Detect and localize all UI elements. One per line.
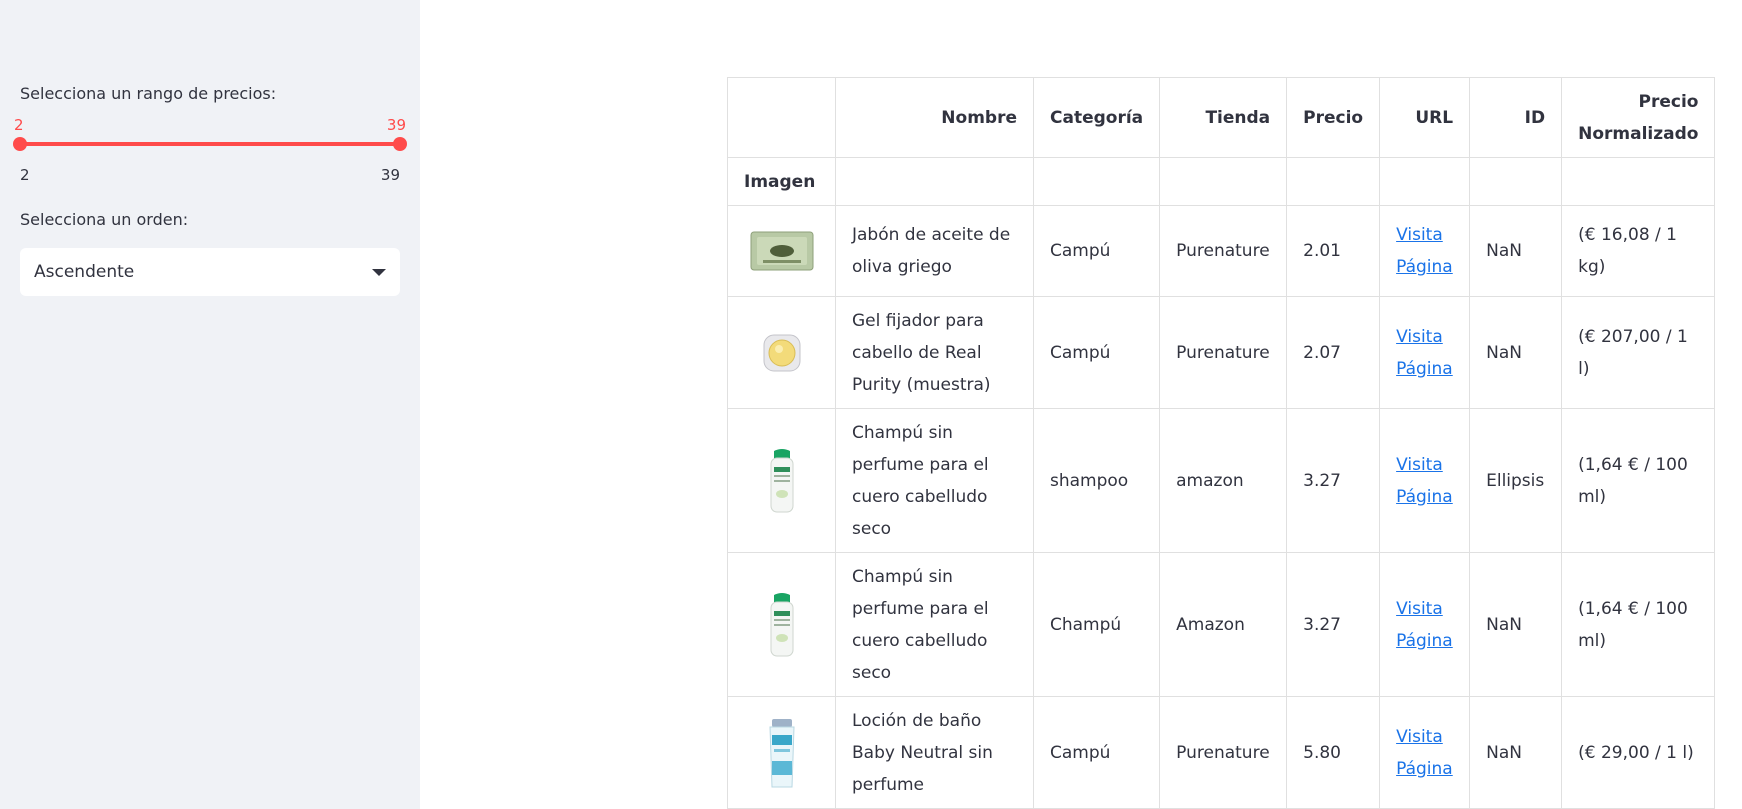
slider-max-tick: 39 (380, 166, 400, 184)
cell-precio: 5.80 (1286, 696, 1381, 809)
cell-id: NaN (1469, 552, 1563, 697)
cell-categoria: Champú (1032, 552, 1161, 697)
products-table: Nombre Categoría Tienda Precio URL ID Pr… (727, 77, 1716, 809)
slider-track[interactable] (20, 142, 400, 146)
cell-tienda: Purenature (1159, 205, 1288, 297)
cell-precio-normalizado: (1,64 € / 100 ml) (1561, 408, 1716, 553)
table-row: Champú sin perfume para el cuero cabellu… (727, 408, 1716, 553)
products-table-container: Nombre Categoría Tienda Precio URL ID Pr… (727, 77, 1716, 809)
product-image-cell (727, 205, 836, 297)
product-image-cell (727, 296, 836, 409)
gel-jar-icon (763, 334, 800, 371)
cell-categoria: Campú (1032, 205, 1161, 297)
cell-url: Visita Página (1379, 296, 1471, 409)
cell-precio: 3.27 (1286, 552, 1381, 697)
slider-thumb-high[interactable] (393, 137, 407, 151)
empty-header-cell (1561, 157, 1716, 206)
cell-precio-normalizado: (1,64 € / 100 ml) (1561, 552, 1716, 697)
cell-nombre: Champú sin perfume para el cuero cabellu… (835, 408, 1034, 553)
shampoo-bottle-icon (770, 448, 793, 512)
order-select-value: Ascendente (34, 262, 135, 282)
cell-id: NaN (1469, 696, 1563, 809)
cell-nombre: Loción de baño Baby Neutral sin perfume (835, 696, 1034, 809)
table-row: Gel fijador para cabello de Real Purity … (727, 296, 1716, 409)
cell-categoria: Campú (1032, 696, 1161, 809)
product-image-cell (727, 696, 836, 809)
table-row: Jabón de aceite de oliva griego Campú Pu… (727, 205, 1716, 297)
empty-header-cell (835, 157, 1034, 206)
price-range-slider[interactable]: 2 39 2 39 (13, 112, 407, 184)
cell-precio: 2.07 (1286, 296, 1381, 409)
cell-categoria: shampoo (1032, 408, 1161, 553)
cell-nombre: Champú sin perfume para el cuero cabellu… (835, 552, 1034, 697)
column-header-id: ID (1469, 77, 1563, 158)
table-header-row: Nombre Categoría Tienda Precio URL ID Pr… (727, 77, 1716, 158)
cell-categoria: Campú (1032, 296, 1161, 409)
empty-header-cell (1286, 157, 1381, 206)
visit-page-link[interactable]: Visita Página (1396, 727, 1453, 779)
order-label: Selecciona un orden: (20, 210, 189, 229)
cell-precio-normalizado: (€ 16,08 / 1 kg) (1561, 205, 1716, 297)
cell-tienda: Purenature (1159, 696, 1288, 809)
empty-header-cell (1159, 157, 1288, 206)
visit-page-link[interactable]: Visita Página (1396, 327, 1453, 379)
cell-tienda: Amazon (1159, 552, 1288, 697)
cell-url: Visita Página (1379, 205, 1471, 297)
index-header-imagen: Imagen (727, 157, 836, 206)
cell-url: Visita Página (1379, 552, 1471, 697)
index-name-row: Imagen (727, 157, 1716, 206)
slider-thumb-low[interactable] (13, 137, 27, 151)
shampoo-bottle-icon (770, 592, 793, 656)
slider-high-value: 39 (386, 116, 406, 134)
table-row: Champú sin perfume para el cuero cabellu… (727, 552, 1716, 697)
lotion-tube-icon (768, 718, 795, 787)
soap-bar-icon (750, 231, 813, 271)
cell-id: NaN (1469, 205, 1563, 297)
cell-nombre: Jabón de aceite de oliva griego (835, 205, 1034, 297)
visit-page-link[interactable]: Visita Página (1396, 225, 1453, 277)
cell-nombre: Gel fijador para cabello de Real Purity … (835, 296, 1034, 409)
column-header-precio-normalizado: Precio Normalizado (1561, 77, 1716, 158)
column-header-url: URL (1379, 77, 1471, 158)
price-range-label: Selecciona un rango de precios: (20, 84, 277, 103)
cell-precio: 2.01 (1286, 205, 1381, 297)
chevron-down-icon[interactable] (372, 268, 386, 276)
column-header-precio: Precio (1286, 77, 1381, 158)
cell-precio-normalizado: (€ 29,00 / 1 l) (1561, 696, 1716, 809)
empty-header-cell (1469, 157, 1563, 206)
product-image-cell (727, 408, 836, 553)
cell-tienda: Purenature (1159, 296, 1288, 409)
visit-page-link[interactable]: Visita Página (1396, 599, 1453, 651)
cell-precio-normalizado: (€ 207,00 / 1 l) (1561, 296, 1716, 409)
order-select[interactable]: Ascendente (20, 248, 400, 296)
slider-low-value: 2 (14, 116, 24, 134)
empty-header-cell (1032, 157, 1161, 206)
visit-page-link[interactable]: Visita Página (1396, 455, 1453, 507)
table-row: Loción de baño Baby Neutral sin perfume … (727, 696, 1716, 809)
sidebar: Selecciona un rango de precios: 2 39 2 3… (0, 0, 420, 809)
column-header-nombre: Nombre (835, 77, 1034, 158)
empty-header-cell (1379, 157, 1471, 206)
cell-precio: 3.27 (1286, 408, 1381, 553)
slider-min-tick: 2 (20, 166, 30, 184)
cell-tienda: amazon (1159, 408, 1288, 553)
product-image-cell (727, 552, 836, 697)
cell-id: Ellipsis (1469, 408, 1563, 553)
column-header-categoria: Categoría (1032, 77, 1161, 158)
index-header-blank (727, 77, 836, 158)
cell-url: Visita Página (1379, 696, 1471, 809)
column-header-tienda: Tienda (1159, 77, 1288, 158)
cell-url: Visita Página (1379, 408, 1471, 553)
cell-id: NaN (1469, 296, 1563, 409)
